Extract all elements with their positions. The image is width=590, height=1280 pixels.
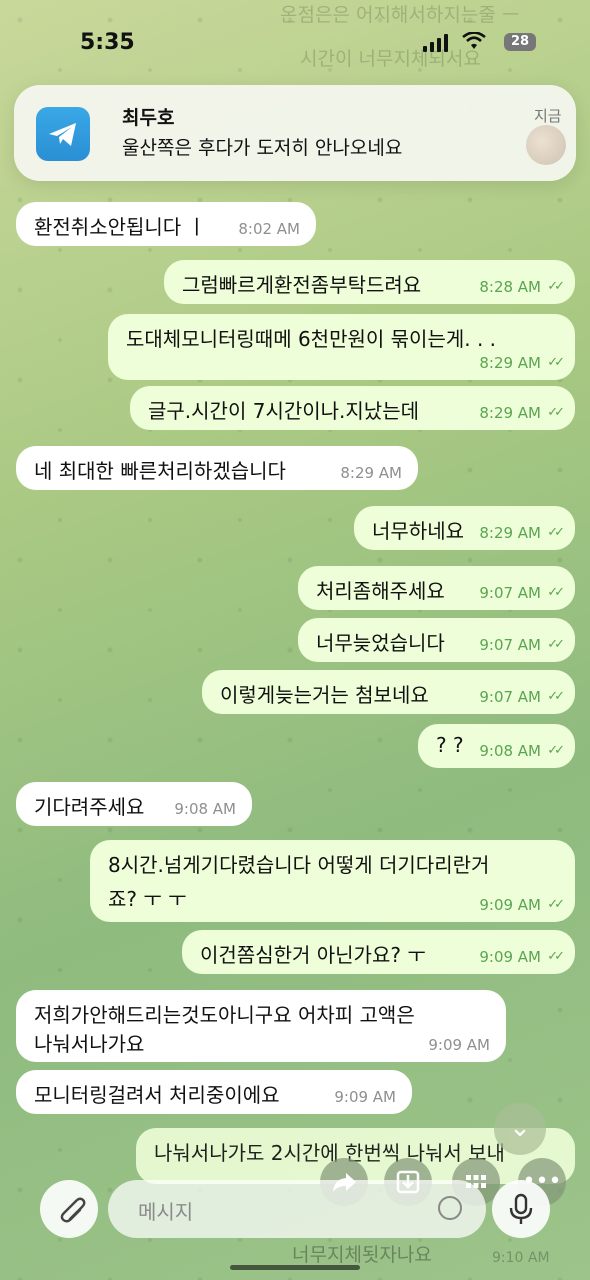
- paperclip-icon: [60, 1197, 86, 1223]
- message-text: 처리좀해주세요: [316, 579, 445, 603]
- message-time: 8:29 AM: [340, 464, 402, 482]
- message-time: 9:08 AM: [174, 800, 236, 818]
- message-time: 9:07 AM: [479, 636, 541, 654]
- read-check-icon: ✓✓: [547, 405, 565, 420]
- message-text: 8시간.넘게기다렸습니다 어떻게 더기다리란거: [108, 853, 490, 877]
- signal-icon: [423, 34, 448, 52]
- read-check-icon: ✓✓: [547, 689, 565, 704]
- message-text: 환전취소안됩니다 ㅣ: [34, 215, 206, 239]
- message-time: 9:09 AM: [334, 1088, 396, 1106]
- message-text: 글구.시간이 7시간이나.지났는데: [148, 399, 419, 423]
- microphone-button[interactable]: [492, 1180, 550, 1238]
- message-time: 8:29 AM: [479, 524, 541, 542]
- message-bubble[interactable]: 너무늦었습니다 9:07 AM ✓✓: [298, 618, 575, 662]
- composer-bar: 메시지: [0, 1150, 590, 1280]
- message-text: 이렇게늦는거는 첨보네요: [220, 683, 429, 707]
- message-bubble[interactable]: 도대체모니터링때메 6천만원이 묶이는게. . . 8:29 AM ✓✓: [108, 314, 575, 380]
- message-text: ? ?: [436, 733, 464, 757]
- read-check-icon: ✓✓: [547, 897, 565, 912]
- message-bubble[interactable]: 8시간.넘게기다렸습니다 어떻게 더기다리란거 죠? ㅜ ㅜ 9:09 AM ✓…: [90, 840, 575, 922]
- message-text-line2: 나눠서나가요: [34, 1032, 145, 1056]
- message-bubble[interactable]: 이렇게늦는거는 첨보네요 9:07 AM ✓✓: [202, 670, 575, 714]
- read-check-icon: ✓✓: [547, 279, 565, 294]
- message-bubble[interactable]: 저희가안해드리는것도아니구요 어차피 고액은 나눠서나가요 9:09 AM: [16, 990, 506, 1062]
- message-time: 9:09 AM: [428, 1036, 490, 1054]
- message-bubble[interactable]: 네 최대한 빠른처리하겠습니다 8:29 AM: [16, 446, 418, 490]
- home-indicator: [230, 1265, 360, 1270]
- message-bubble[interactable]: 그럼빠르게환전좀부탁드려요 8:28 AM ✓✓: [164, 260, 575, 304]
- message-text: 기다려주세요: [34, 795, 145, 819]
- message-text: 네 최대한 빠른처리하겠습니다: [34, 459, 286, 483]
- message-input[interactable]: 메시지: [108, 1180, 486, 1238]
- message-bubble[interactable]: 환전취소안됩니다 ㅣ 8:02 AM: [16, 202, 316, 246]
- message-text-line2: 죠? ㅜ ㅜ: [108, 887, 187, 911]
- notification-preview: 울산쪽은 후다가 도저히 안나오네요: [122, 137, 403, 159]
- attach-button[interactable]: [40, 1180, 98, 1238]
- message-text: 너무늦었습니다: [316, 631, 445, 655]
- message-bubble[interactable]: 글구.시간이 7시간이나.지났는데 8:29 AM ✓✓: [130, 386, 575, 430]
- read-check-icon: ✓✓: [547, 637, 565, 652]
- message-text: 저희가안해드리는것도아니구요 어차피 고액은: [34, 1003, 415, 1027]
- status-bar: 5:35 28: [0, 0, 590, 90]
- message-bubble[interactable]: 기다려주세요 9:08 AM: [16, 782, 252, 826]
- avatar: [526, 125, 566, 165]
- message-time: 8:02 AM: [238, 220, 300, 238]
- message-time: 8:29 AM: [479, 354, 541, 372]
- sticker-icon[interactable]: [438, 1196, 462, 1220]
- telegram-icon: [36, 107, 90, 161]
- message-time: 8:28 AM: [479, 278, 541, 296]
- message-bubble[interactable]: 너무하네요 8:29 AM ✓✓: [354, 506, 575, 550]
- message-time: 8:29 AM: [479, 404, 541, 422]
- scroll-down-button[interactable]: ⌄: [494, 1103, 546, 1155]
- read-check-icon: ✓✓: [547, 525, 565, 540]
- notification-banner[interactable]: 최두호 울산쪽은 후다가 도저히 안나오네요 지금: [14, 85, 576, 181]
- message-bubble[interactable]: 모니터링걸려서 처리중이에요 9:09 AM: [16, 1070, 412, 1114]
- message-text: 이건쫌심한거 아닌가요? ㅜ: [200, 943, 426, 967]
- status-time: 5:35: [80, 30, 135, 55]
- wifi-icon: [462, 32, 486, 49]
- message-placeholder: 메시지: [138, 1200, 194, 1224]
- message-text: 도대체모니터링때메 6천만원이 묶이는게. . .: [126, 327, 497, 351]
- message-time: 9:09 AM: [479, 896, 541, 914]
- chevron-down-icon: ⌄: [509, 1113, 531, 1143]
- message-text: 그럼빠르게환전좀부탁드려요: [182, 273, 422, 297]
- read-check-icon: ✓✓: [547, 743, 565, 758]
- message-bubble[interactable]: 이건쫌심한거 아닌가요? ㅜ 9:09 AM ✓✓: [182, 930, 575, 974]
- message-text: 너무하네요: [372, 519, 464, 543]
- message-time: 9:07 AM: [479, 584, 541, 602]
- message-time: 9:07 AM: [479, 688, 541, 706]
- message-text: 모니터링걸려서 처리중이에요: [34, 1083, 280, 1107]
- notification-time: 지금: [534, 107, 562, 125]
- read-check-icon: ✓✓: [547, 949, 565, 964]
- notification-sender: 최두호: [122, 107, 175, 129]
- read-check-icon: ✓✓: [547, 585, 565, 600]
- microphone-icon: [509, 1193, 533, 1224]
- message-bubble[interactable]: ? ? 9:08 AM ✓✓: [418, 724, 575, 768]
- message-bubble[interactable]: 처리좀해주세요 9:07 AM ✓✓: [298, 566, 575, 610]
- message-time: 9:08 AM: [479, 742, 541, 760]
- read-check-icon: ✓✓: [547, 355, 565, 370]
- message-time: 9:09 AM: [479, 948, 541, 966]
- battery-icon: 28: [504, 33, 536, 51]
